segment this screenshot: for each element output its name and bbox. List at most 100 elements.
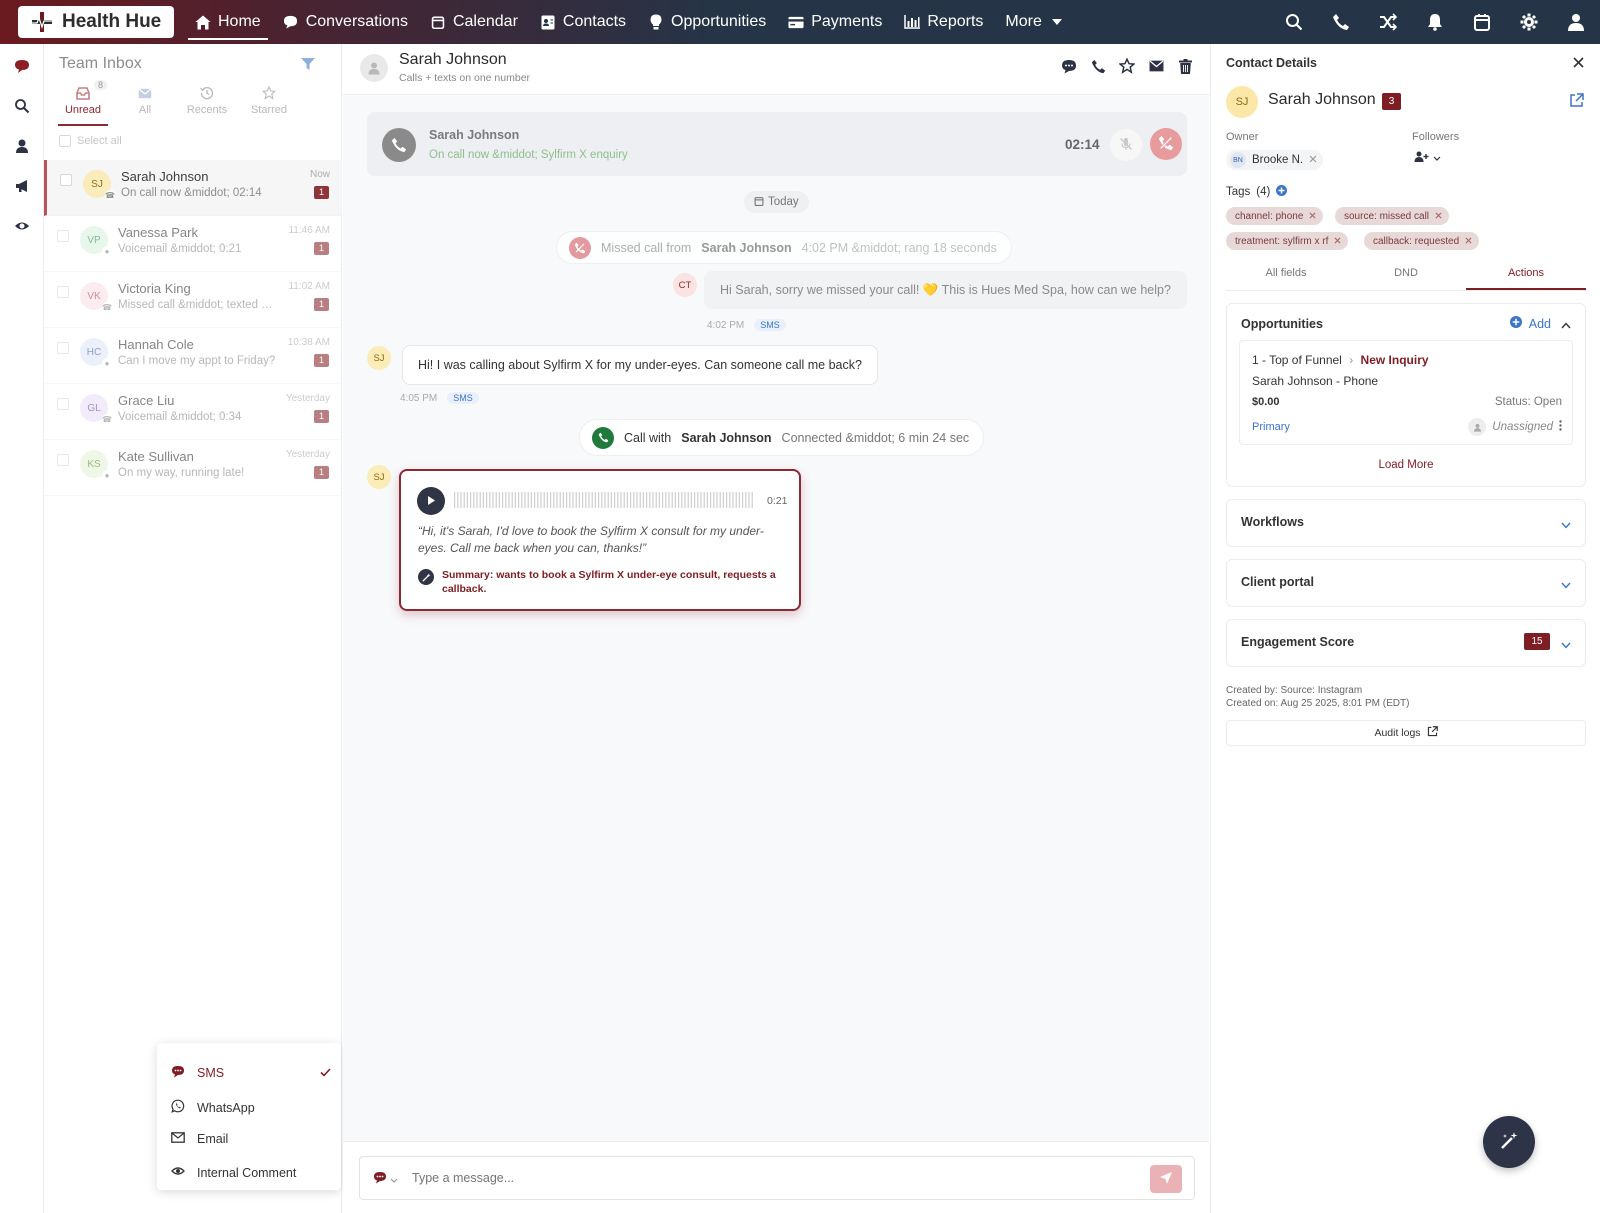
history-icon: [182, 82, 232, 104]
nav-item-contacts[interactable]: Contacts: [529, 0, 637, 44]
unread-badge: 1: [314, 466, 329, 479]
remove-icon[interactable]: [1309, 211, 1316, 222]
tab-all[interactable]: All: [120, 82, 170, 126]
tab-dnd[interactable]: DND: [1346, 262, 1466, 290]
channel-option-sms[interactable]: SMS: [171, 1065, 331, 1081]
row-checkbox[interactable]: [57, 342, 69, 354]
chevron-down-icon[interactable]: [1561, 637, 1571, 652]
row-checkbox[interactable]: [60, 174, 72, 186]
chevron-down-icon[interactable]: [1561, 577, 1571, 592]
conversation-contact-name[interactable]: Sarah Johnson: [399, 51, 507, 69]
tab-recents[interactable]: Recents: [182, 82, 232, 126]
load-more-link[interactable]: Load More: [1227, 459, 1585, 471]
tag-chip[interactable]: treatment: sylfirm x rf: [1226, 232, 1349, 250]
external-link-icon[interactable]: [1569, 93, 1584, 111]
nav-item-calendar[interactable]: Calendar: [419, 0, 529, 44]
owner-chip[interactable]: BN Brooke N.: [1226, 150, 1324, 170]
tab-unread[interactable]: 8 Unread: [58, 80, 108, 126]
mute-button[interactable]: [1110, 129, 1142, 161]
filter-icon[interactable]: [300, 57, 316, 74]
shuffle-icon[interactable]: [1378, 12, 1398, 32]
row-checkbox[interactable]: [57, 230, 69, 242]
phone-icon[interactable]: [1331, 12, 1351, 32]
close-icon[interactable]: [1573, 56, 1584, 71]
contact-card-icon: [540, 14, 556, 30]
channel-selector[interactable]: [373, 1171, 398, 1187]
assignee[interactable]: Unassigned: [1468, 418, 1562, 436]
nav-item-conversations[interactable]: Conversations: [272, 0, 419, 44]
select-all-checkbox[interactable]: [59, 135, 71, 147]
more-vertical-icon[interactable]: [1559, 420, 1562, 434]
chevron-down-icon: [390, 1172, 398, 1187]
audit-logs-button[interactable]: Audit logs: [1226, 720, 1586, 746]
nav-item-more[interactable]: More: [994, 0, 1075, 44]
row-checkbox[interactable]: [57, 398, 69, 410]
chevron-down-icon[interactable]: [1561, 517, 1571, 532]
conversation-row[interactable]: GL ☎ Grace Liu Voicemail &middot; 0:34 Yeste…: [44, 384, 342, 440]
avatar[interactable]: [360, 54, 388, 82]
envelope-icon[interactable]: [1148, 58, 1164, 74]
conversation-row[interactable]: VP ● Vanessa Park Voicemail &middot; 0:21 11…: [44, 216, 342, 272]
remove-icon[interactable]: [1309, 154, 1317, 166]
conversation-pane: Sarah Johnson Calls + texts on one numbe…: [343, 44, 1209, 1213]
chevron-up-icon[interactable]: [1561, 317, 1571, 332]
tab-label: Unread: [64, 104, 102, 116]
audio-waveform[interactable]: [454, 491, 756, 509]
tab-all-fields[interactable]: All fields: [1226, 262, 1346, 290]
nav-item-opportunities[interactable]: Opportunities: [637, 0, 777, 44]
bell-icon[interactable]: [1425, 12, 1445, 32]
user-icon[interactable]: [1566, 12, 1586, 32]
channel-option-internal-comment[interactable]: Internal Comment: [171, 1165, 331, 1180]
engagement-score-card[interactable]: Engagement Score 15: [1226, 619, 1586, 667]
opportunity-item[interactable]: 1 - Top of Funnel › New Inquiry Sarah Jo…: [1239, 340, 1573, 445]
tag-chip[interactable]: callback: requested: [1364, 232, 1480, 250]
conversation-time: Yesterday: [285, 393, 330, 404]
nav-item-label: Reports: [927, 13, 984, 30]
search-icon[interactable]: [12, 96, 32, 116]
add-opportunity-button[interactable]: Add: [1509, 316, 1551, 331]
conversation-row[interactable]: SJ ☎ Sarah Johnson On call now &middot; 02:…: [44, 160, 342, 216]
nav-item-reports[interactable]: Reports: [893, 0, 994, 44]
brand-logo[interactable]: Health Hue: [18, 6, 174, 38]
remove-icon[interactable]: [1465, 236, 1472, 247]
tab-starred[interactable]: Starred: [244, 82, 294, 126]
play-button[interactable]: [417, 487, 445, 515]
trash-icon[interactable]: [1177, 58, 1193, 74]
channel-option-whatsapp[interactable]: WhatsApp: [171, 1099, 331, 1116]
message-input[interactable]: [412, 1171, 1072, 1185]
calendar-icon[interactable]: [1472, 12, 1492, 32]
nav-item-payments[interactable]: Payments: [777, 0, 893, 44]
tag-chip[interactable]: channel: phone: [1226, 207, 1324, 225]
eye-icon[interactable]: [12, 216, 32, 236]
nav-item-home[interactable]: Home: [184, 0, 272, 44]
search-icon[interactable]: [1284, 12, 1304, 32]
tab-actions[interactable]: Actions: [1466, 262, 1586, 290]
select-all[interactable]: Select all: [59, 135, 122, 147]
send-button[interactable]: [1150, 1165, 1182, 1193]
workflows-card[interactable]: Workflows: [1226, 499, 1586, 547]
remove-icon[interactable]: [1334, 236, 1341, 247]
tag-chip[interactable]: source: missed call: [1335, 207, 1450, 225]
end-call-button[interactable]: [1150, 128, 1182, 160]
channel-option-email[interactable]: Email: [171, 1132, 331, 1146]
followers-selector[interactable]: [1414, 150, 1441, 165]
add-tag-icon[interactable]: [1276, 185, 1288, 199]
conversation-row[interactable]: KS ● Kate Sullivan On my way, running late!…: [44, 440, 342, 496]
conversation-row[interactable]: HC ● Hannah Cole Can I move my appt to Frid…: [44, 328, 342, 384]
ai-assistant-button[interactable]: [1483, 1116, 1535, 1168]
star-icon[interactable]: [1119, 58, 1135, 74]
phone-icon[interactable]: [1090, 58, 1106, 74]
remove-icon[interactable]: [1435, 211, 1442, 222]
sms-badge-label: SMS: [453, 393, 473, 403]
nav-item-label: Payments: [811, 13, 883, 30]
chat-bubble-icon[interactable]: [12, 56, 32, 76]
conversation-row[interactable]: VK ☎ Victoria King Missed call &middot; tex…: [44, 272, 342, 328]
row-checkbox[interactable]: [57, 454, 69, 466]
megaphone-icon[interactable]: [12, 176, 32, 196]
envelope-icon: [120, 82, 170, 104]
row-checkbox[interactable]: [57, 286, 69, 298]
client-portal-card[interactable]: Client portal: [1226, 559, 1586, 607]
chat-bubble-icon[interactable]: [1061, 58, 1077, 74]
person-icon[interactable]: [12, 136, 32, 156]
gear-icon[interactable]: [1519, 12, 1539, 32]
